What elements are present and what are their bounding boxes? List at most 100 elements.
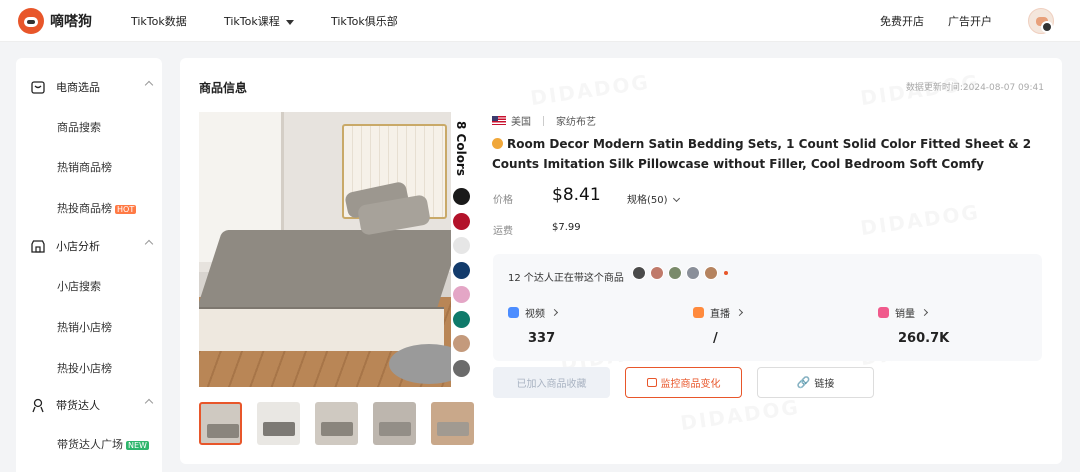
- thumbnail-image[interactable]: [431, 402, 474, 445]
- more-dot-icon: [724, 271, 728, 275]
- avatar: [632, 266, 646, 280]
- product-origin: 美国 家纺布艺: [492, 113, 596, 128]
- sidebar-section-label: 带货达人: [56, 399, 100, 412]
- hot-badge: HOT: [115, 204, 137, 214]
- product-main-image[interactable]: [199, 112, 451, 387]
- watermark: DIDADOG: [679, 395, 801, 435]
- sidebar-section-label: 小店分析: [56, 240, 100, 253]
- nav-tiktok-club[interactable]: TikTok俱乐部: [331, 13, 398, 29]
- color-swatch[interactable]: [453, 359, 470, 377]
- chevron-right-icon: [920, 308, 929, 317]
- category[interactable]: 家纺布艺: [556, 113, 596, 128]
- shopping-bag-icon: [31, 81, 45, 94]
- page-title: 商品信息: [199, 81, 248, 95]
- country: 美国: [511, 117, 531, 128]
- chevron-up-icon[interactable]: [144, 398, 154, 408]
- dog-logo-icon: [18, 8, 44, 34]
- influencer-count-text: 12 个达人正在带这个商品: [508, 273, 624, 284]
- stat-label: 视频: [525, 309, 545, 320]
- product-title-text: Room Decor Modern Satin Bedding Sets, 1 …: [492, 137, 1032, 171]
- sidebar-item-hot-stores[interactable]: 热销小店榜: [57, 319, 112, 335]
- color-swatch[interactable]: [453, 286, 470, 303]
- stat-value: /: [713, 331, 718, 346]
- shipping-value: $7.99: [552, 222, 581, 233]
- logo[interactable]: 嘀嗒狗: [18, 8, 92, 34]
- avatar: [650, 266, 664, 280]
- influencer-avatars[interactable]: [632, 266, 728, 280]
- product-link-button[interactable]: 🔗 链接: [757, 367, 874, 398]
- watermark: DIDADOG: [859, 200, 981, 240]
- sidebar-section-product[interactable]: 电商选品: [30, 79, 154, 95]
- ad-account-link[interactable]: 广告开户: [948, 13, 992, 29]
- thumbnail-image[interactable]: [373, 402, 416, 445]
- stat-sales[interactable]: 销量 260.7K: [878, 305, 949, 346]
- colors-label: 8 Colors: [454, 121, 468, 176]
- thumbnail-image[interactable]: [257, 402, 300, 445]
- stat-value: 260.7K: [898, 331, 950, 346]
- divider: [543, 115, 544, 126]
- influencer-icon: [32, 398, 44, 413]
- stat-label: 销量: [895, 309, 915, 320]
- thumbnail-image[interactable]: [199, 402, 242, 445]
- sidebar-section-store[interactable]: 小店分析: [30, 238, 154, 254]
- avatar: [668, 266, 682, 280]
- us-flag-icon: [492, 116, 506, 125]
- color-swatch[interactable]: [453, 261, 470, 279]
- stat-videos[interactable]: 视频 337: [508, 305, 559, 346]
- monitor-product-button[interactable]: 监控商品变化: [625, 367, 742, 398]
- caret-down-icon: [285, 19, 294, 25]
- new-badge: NEW: [126, 440, 149, 450]
- thumbnail-image[interactable]: [315, 402, 358, 445]
- store-icon: [31, 240, 45, 253]
- spec-label: 规格(50): [627, 195, 668, 206]
- stats-card: 12 个达人正在带这个商品 视频 337 直播 / 销量 260.7K: [493, 254, 1042, 361]
- sidebar: 电商选品 商品搜索 热销商品榜 热投商品榜 HOT 小店分析 小店搜索 热销小店榜…: [16, 58, 162, 472]
- added-to-favorites-button[interactable]: 已加入商品收藏: [493, 367, 610, 398]
- shipping-label: 运费: [493, 226, 513, 237]
- monitor-icon: [646, 378, 657, 387]
- product-title[interactable]: Room Decor Modern Satin Bedding Sets, 1 …: [492, 134, 1032, 174]
- chevron-down-icon: [672, 194, 680, 203]
- product-info-panel: DIDADOG DIDADOG DIDADOG DIDADOG DIDADOG …: [180, 58, 1062, 464]
- live-icon: [693, 307, 704, 318]
- nav-tiktok-course[interactable]: TikTok课程: [224, 13, 294, 29]
- color-swatch[interactable]: [453, 310, 470, 328]
- stat-value: 337: [528, 331, 556, 346]
- avatar: [686, 266, 700, 280]
- sidebar-item-product-search[interactable]: 商品搜索: [57, 119, 101, 135]
- nav-tiktok-course-label: TikTok课程: [224, 15, 280, 28]
- coin-icon: [492, 138, 503, 149]
- product-title-line: Room Decor Modern Satin Bedding Sets, 1 …: [492, 134, 1032, 174]
- price-label: 价格: [493, 195, 513, 206]
- sidebar-section-label: 电商选品: [56, 81, 100, 94]
- sidebar-item-store-search[interactable]: 小店搜索: [57, 278, 101, 294]
- sidebar-item-ad-stores[interactable]: 热投小店榜: [57, 360, 112, 376]
- chevron-up-icon[interactable]: [144, 239, 154, 249]
- watermark: DIDADOG: [529, 70, 651, 110]
- logo-text: 嘀嗒狗: [50, 14, 92, 30]
- top-navbar: 嘀嗒狗 TikTok数据 TikTok课程 TikTok俱乐部 免费开店 广告开…: [0, 0, 1080, 42]
- color-swatch[interactable]: [453, 212, 470, 230]
- free-store-link[interactable]: 免费开店: [880, 13, 924, 29]
- link-icon: 🔗: [796, 376, 811, 389]
- sidebar-item-label: 带货达人广场: [57, 438, 123, 451]
- color-swatch[interactable]: [453, 188, 470, 205]
- update-time: 数据更新时间:2024-08-07 09:41: [905, 83, 1044, 93]
- chevron-right-icon: [550, 308, 559, 317]
- sales-icon: [878, 307, 889, 318]
- sidebar-item-influencer-square[interactable]: 带货达人广场 NEW: [57, 436, 149, 452]
- price-value: $8.41: [552, 185, 601, 205]
- color-swatch[interactable]: [453, 237, 470, 254]
- color-swatches: [453, 188, 470, 384]
- stat-live[interactable]: 直播 /: [693, 305, 744, 346]
- nav-tiktok-data[interactable]: TikTok数据: [131, 13, 187, 29]
- chevron-up-icon[interactable]: [144, 80, 154, 90]
- link-button-label: 链接: [814, 379, 835, 390]
- spec-dropdown[interactable]: 规格(50): [627, 191, 680, 206]
- monitor-button-label: 监控商品变化: [660, 379, 721, 390]
- sidebar-item-hot-sales[interactable]: 热销商品榜: [57, 159, 112, 175]
- sidebar-item-label: 热投商品榜: [57, 202, 112, 215]
- sidebar-section-influencer[interactable]: 带货达人: [30, 397, 154, 413]
- sidebar-item-hot-ads[interactable]: 热投商品榜 HOT: [57, 200, 137, 216]
- color-swatch[interactable]: [453, 335, 470, 352]
